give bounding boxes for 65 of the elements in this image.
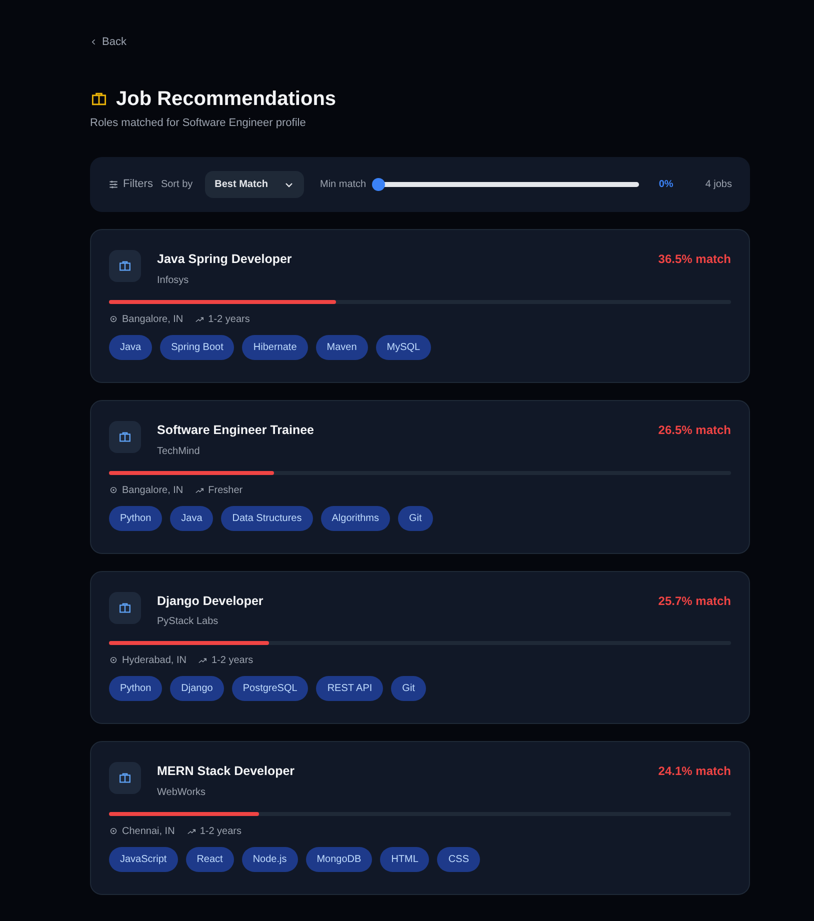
- match-percentage: 36.5% match: [658, 251, 731, 268]
- skill-tag: MySQL: [376, 334, 432, 360]
- trend-arrow-icon: [195, 314, 204, 324]
- briefcase-icon: [118, 600, 132, 614]
- job-count: 4 jobs: [704, 178, 732, 192]
- match-percentage: 26.5% match: [658, 422, 731, 439]
- briefcase-icon: [118, 771, 132, 786]
- page-subtitle: Roles matched for Software Engineer profile: [90, 116, 307, 130]
- job-location: Chennai, IN: [122, 825, 175, 839]
- skill-tag: MongoDB: [306, 847, 372, 872]
- skill-tag: Git: [391, 676, 426, 702]
- skill-tag: Java: [109, 334, 152, 360]
- skill-tag: Django: [170, 676, 224, 702]
- trend-arrow-icon: [186, 827, 196, 836]
- skill-tag: Data Structures: [221, 506, 313, 530]
- job-experience: 1-2 years: [211, 654, 254, 668]
- job-card[interactable]: MERN Stack Developer WebWorks 24.1% match Chennai, IN 1-2 years JavaScript React Node.js MongoDB HTML CSS: [90, 741, 750, 895]
- sort-label: Sort by: [160, 178, 193, 192]
- skill-tag: Node.js: [242, 847, 298, 872]
- trend-arrow-icon: [198, 656, 208, 666]
- job-card[interactable]: Django Developer PyStack Labs 25.7% match Hyderabad, IN 1-2 years Python Django PostgreSQL REST API Git: [90, 570, 750, 724]
- briefcase-icon: [118, 430, 132, 444]
- min-match-label: Min match: [320, 178, 366, 192]
- skill-tag: Maven: [316, 334, 368, 360]
- skill-tag: React: [186, 847, 234, 872]
- briefcase-icon: [118, 259, 132, 273]
- company-name: PyStack Labs: [157, 615, 220, 630]
- skill-tag: CSS: [437, 847, 480, 872]
- job-title: Software Engineer Trainee: [157, 422, 315, 439]
- trend-arrow-icon: [195, 486, 204, 494]
- skill-tag: Algorithms: [320, 506, 390, 530]
- job-card[interactable]: Java Spring Developer Infosys 36.5% match Bangalore, IN 1-2 years Java Spring Boot Hibernate Maven MySQL: [90, 229, 750, 383]
- job-location: Bangalore, IN: [122, 484, 184, 498]
- job-experience: 1-2 years: [208, 312, 250, 327]
- job-location: Hyderabad, IN: [122, 654, 186, 668]
- sliders-icon: [108, 179, 119, 190]
- skill-tag: Hibernate: [242, 334, 308, 360]
- skill-tag: REST API: [316, 676, 384, 702]
- job-title: MERN Stack Developer: [157, 763, 296, 780]
- job-card[interactable]: Software Engineer Trainee TechMind 26.5% match Bangalore, IN Fresher Python Java Data Structures Algorithms Git: [90, 400, 750, 554]
- slider-thumb[interactable]: [372, 178, 386, 191]
- filters-label: Filters: [123, 177, 153, 192]
- company-name: TechMind: [157, 444, 201, 458]
- page-title: Job Recommendations: [116, 86, 336, 110]
- job-title: Java Spring Developer: [157, 251, 293, 268]
- job-location: Bangalore, IN: [122, 312, 184, 327]
- company-name: WebWorks: [157, 786, 207, 800]
- match-percentage: 24.1% match: [658, 763, 731, 780]
- chevron-left-icon: [90, 38, 98, 46]
- min-match-value: 0%: [658, 178, 674, 192]
- skill-tag: Git: [398, 506, 433, 530]
- skill-tag: JavaScript: [109, 847, 178, 872]
- job-experience: 1-2 years: [200, 825, 242, 839]
- match-percentage: 25.7% match: [658, 592, 731, 610]
- skill-tag: Spring Boot: [160, 334, 234, 360]
- skill-tag: PostgreSQL: [232, 676, 308, 702]
- job-title: Django Developer: [157, 592, 264, 610]
- sort-dropdown[interactable]: Best Match: [204, 171, 304, 198]
- skill-tag: Python: [109, 506, 162, 530]
- skill-tag: Python: [109, 676, 162, 702]
- back-link[interactable]: Back: [90, 34, 126, 50]
- job-experience: Fresher: [208, 484, 243, 498]
- skill-tag: Java: [170, 506, 214, 530]
- company-name: Infosys: [157, 274, 190, 288]
- skill-tag: HTML: [380, 847, 430, 872]
